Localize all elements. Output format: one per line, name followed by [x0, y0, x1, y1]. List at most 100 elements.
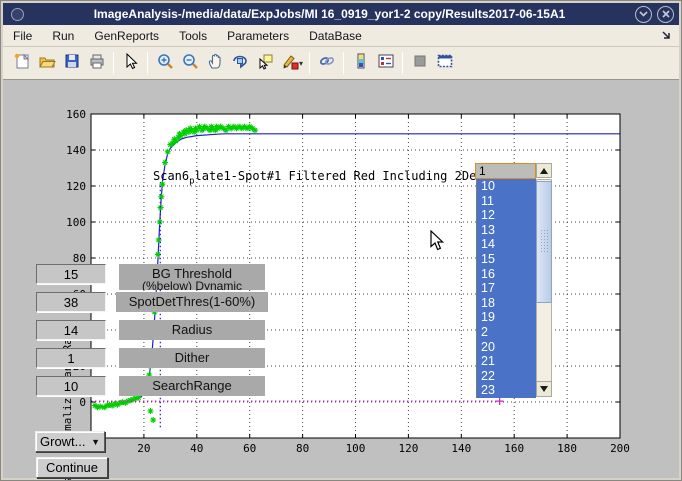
print-button[interactable] [84, 51, 109, 76]
spot-option-19[interactable]: 19 [477, 310, 536, 325]
legend-button[interactable] [373, 51, 398, 76]
app-window: ImageAnalysis-/media/data/ExpJobs/MI 16_… [0, 0, 682, 481]
data-cursor-icon [256, 52, 274, 75]
close-icon [662, 10, 670, 18]
spot-option-12[interactable]: 12 [477, 208, 536, 223]
new-figure-button[interactable] [9, 51, 34, 76]
print-icon [88, 52, 106, 75]
scrollbar-up-button[interactable] [536, 163, 552, 178]
plottools-show-button[interactable] [432, 51, 457, 76]
menu-run[interactable]: Run [42, 26, 84, 46]
toolbar-separator [309, 52, 310, 74]
data-cursor-button[interactable] [252, 51, 277, 76]
title-bar[interactable]: ImageAnalysis-/media/data/ExpJobs/MI 16_… [3, 3, 679, 25]
continue-button[interactable]: Continue [36, 457, 108, 478]
plottools-hide-icon [411, 52, 429, 75]
spot-option-11[interactable]: 11 [477, 194, 536, 209]
bg-threshold-input[interactable] [36, 264, 106, 284]
spot-option-14[interactable]: 14 [477, 237, 536, 252]
close-window-button[interactable] [657, 6, 674, 23]
y-tick-label: 120 [66, 180, 86, 193]
spot-option-15[interactable]: 15 [477, 252, 536, 267]
x-tick-label: 40 [190, 442, 203, 455]
toolbar-separator [402, 52, 403, 74]
plot-title: Scan6plate1-Spot#1 Filtered Red Includin… [153, 169, 520, 186]
toolbar-separator [147, 52, 148, 74]
y-tick-label: 140 [66, 144, 86, 157]
radius-input[interactable] [36, 320, 106, 340]
open-file-icon [38, 52, 56, 75]
zoom-out-icon [181, 52, 199, 75]
menubar-grip-icon[interactable] [661, 27, 671, 45]
dither-input[interactable] [36, 348, 106, 368]
growth-dropdown-button[interactable]: Growt... ▼ [35, 431, 105, 452]
x-tick-label: 140 [451, 442, 471, 455]
pan-icon [206, 52, 224, 75]
spot-option-22[interactable]: 22 [477, 369, 536, 384]
y-tick-label: 160 [66, 108, 86, 121]
link-plot-icon [318, 52, 336, 75]
spot-selector-list: 10111213141516171819220212223 [476, 179, 536, 398]
spot-option-10[interactable]: 10 [477, 179, 536, 194]
link-plot-button[interactable] [314, 51, 339, 76]
x-tick-label: 80 [296, 442, 309, 455]
spot-selector-value[interactable]: 1 [475, 163, 536, 179]
edit-pointer-button[interactable] [118, 51, 143, 76]
pan-button[interactable] [202, 51, 227, 76]
menu-database[interactable]: DataBase [299, 26, 372, 46]
figure-toolbar: ▾ [3, 47, 679, 80]
toolbar-separator [343, 52, 344, 74]
toolbar-separator [113, 52, 114, 74]
rotate-3d-icon [231, 52, 249, 75]
spot-option-18[interactable]: 18 [477, 296, 536, 311]
edit-pointer-icon [122, 52, 140, 75]
chevron-down-icon [639, 11, 648, 17]
dither-label: Dither [119, 348, 265, 368]
spot-option-23[interactable]: 23 [477, 383, 536, 398]
rotate-3d-button[interactable] [227, 51, 252, 76]
save-figure-icon [63, 52, 81, 75]
x-tick-label: 180 [557, 442, 577, 455]
zoom-in-button[interactable] [152, 51, 177, 76]
brush-icon [281, 52, 299, 75]
menu-genreports[interactable]: GenReports [84, 26, 169, 46]
x-tick-label: 60 [243, 442, 256, 455]
open-file-button[interactable] [34, 51, 59, 76]
mouse-cursor-icon [430, 230, 444, 251]
x-tick-label: 20 [137, 442, 150, 455]
menu-bar: FileRunGenReportsToolsParametersDataBase [3, 25, 679, 47]
colorbar-icon [352, 52, 370, 75]
shade-window-button[interactable] [635, 6, 652, 23]
spot-option-16[interactable]: 16 [477, 267, 536, 282]
legend-icon [377, 52, 395, 75]
x-tick-label: 160 [504, 442, 524, 455]
x-tick-label: 200 [610, 442, 630, 455]
figure-canvas: 0204060801001201401601802001601401201008… [3, 80, 679, 478]
radius-label: Radius [119, 320, 265, 340]
scrollbar-down-button[interactable] [536, 381, 552, 397]
searchrange-input[interactable] [36, 376, 106, 396]
spot-option-20[interactable]: 20 [477, 340, 536, 355]
scrollbar-thumb[interactable] [536, 181, 552, 303]
zoom-out-button[interactable] [177, 51, 202, 76]
colorbar-button[interactable] [348, 51, 373, 76]
spot-option-2[interactable]: 2 [477, 325, 536, 340]
plottools-hide-button[interactable] [407, 51, 432, 76]
spotdetthres-input[interactable] [36, 292, 106, 312]
growth-dropdown-label: Growt... [40, 434, 86, 449]
save-figure-button[interactable] [59, 51, 84, 76]
chevron-down-icon: ▼ [91, 437, 100, 447]
window-menu-icon[interactable] [11, 8, 24, 21]
spot-option-21[interactable]: 21 [477, 354, 536, 369]
window-title: ImageAnalysis-/media/data/ExpJobs/MI 16_… [24, 7, 635, 21]
menu-tools[interactable]: Tools [169, 26, 217, 46]
continue-label: Continue [46, 460, 98, 475]
x-tick-label: 100 [346, 442, 366, 455]
chevron-down-icon[interactable]: ▾ [299, 59, 303, 68]
spot-option-13[interactable]: 13 [477, 223, 536, 238]
menu-file[interactable]: File [3, 26, 42, 46]
x-tick-label: 120 [398, 442, 418, 455]
spot-option-17[interactable]: 17 [477, 281, 536, 296]
new-figure-icon [13, 52, 31, 75]
menu-parameters[interactable]: Parameters [217, 26, 299, 46]
